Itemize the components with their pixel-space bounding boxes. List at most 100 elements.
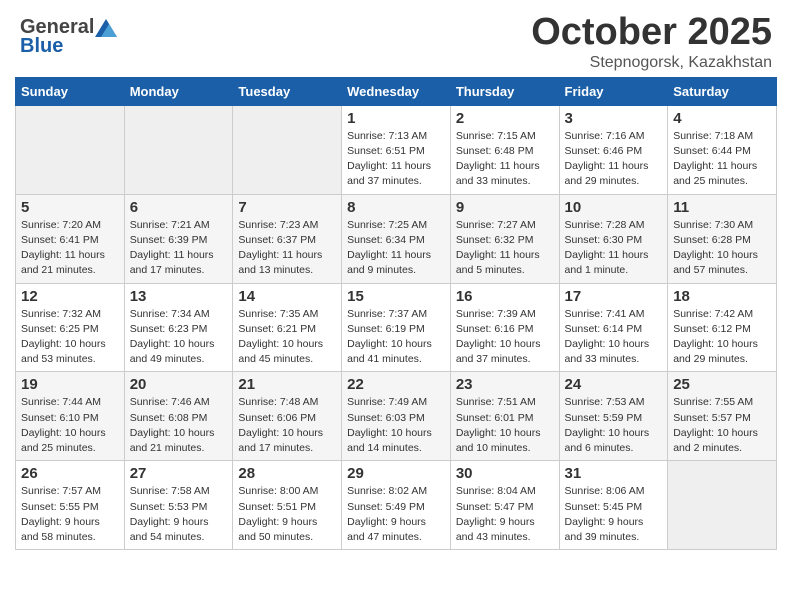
day-number: 8 <box>347 199 445 216</box>
day-number: 13 <box>130 288 228 305</box>
day-number: 30 <box>456 465 554 482</box>
calendar-day-cell: 20 Sunrise: 7:46 AM Sunset: 6:08 PM Dayli… <box>124 372 233 461</box>
calendar-day-cell: 17 Sunrise: 7:41 AM Sunset: 6:14 PM Dayli… <box>559 283 668 372</box>
day-number: 15 <box>347 288 445 305</box>
day-info: Sunrise: 7:53 AM Sunset: 5:59 PM Dayligh… <box>565 395 663 456</box>
day-info: Sunrise: 7:16 AM Sunset: 6:46 PM Dayligh… <box>565 129 663 190</box>
calendar-header-cell: Tuesday <box>233 77 342 105</box>
day-info: Sunrise: 7:28 AM Sunset: 6:30 PM Dayligh… <box>565 218 663 279</box>
day-info: Sunrise: 7:30 AM Sunset: 6:28 PM Dayligh… <box>673 218 771 279</box>
day-number: 28 <box>238 465 336 482</box>
calendar-week-row: 19 Sunrise: 7:44 AM Sunset: 6:10 PM Dayli… <box>16 372 777 461</box>
logo-blue-text: Blue <box>20 35 118 58</box>
calendar-day-cell: 15 Sunrise: 7:37 AM Sunset: 6:19 PM Dayli… <box>342 283 451 372</box>
day-number: 10 <box>565 199 663 216</box>
day-info: Sunrise: 7:15 AM Sunset: 6:48 PM Dayligh… <box>456 129 554 190</box>
day-number: 19 <box>21 376 119 393</box>
day-number: 22 <box>347 376 445 393</box>
location: Stepnogorsk, Kazakhstan <box>531 54 772 72</box>
day-info: Sunrise: 7:44 AM Sunset: 6:10 PM Dayligh… <box>21 395 119 456</box>
calendar-week-row: 5Sunrise: 7:20 AM Sunset: 6:41 PM Daylig… <box>16 194 777 283</box>
day-info: Sunrise: 7:39 AM Sunset: 6:16 PM Dayligh… <box>456 307 554 368</box>
day-number: 29 <box>347 465 445 482</box>
calendar-week-row: 12 Sunrise: 7:32 AM Sunset: 6:25 PM Dayli… <box>16 283 777 372</box>
day-info: Sunrise: 7:57 AM Sunset: 5:55 PM Dayligh… <box>21 484 119 545</box>
day-number: 9 <box>456 199 554 216</box>
day-info: Sunrise: 7:23 AM Sunset: 6:37 PM Dayligh… <box>238 218 336 279</box>
calendar-day-cell: 30 Sunrise: 8:04 AM Sunset: 5:47 PM Dayli… <box>450 461 559 550</box>
day-number: 20 <box>130 376 228 393</box>
day-number: 18 <box>673 288 771 305</box>
month-title: October 2025 <box>531 12 772 54</box>
day-number: 6 <box>130 199 228 216</box>
day-info: Sunrise: 7:41 AM Sunset: 6:14 PM Dayligh… <box>565 307 663 368</box>
calendar-day-cell: 2 Sunrise: 7:15 AM Sunset: 6:48 PM Daylig… <box>450 105 559 194</box>
day-number: 16 <box>456 288 554 305</box>
calendar-day-cell: 6 Sunrise: 7:21 AM Sunset: 6:39 PM Daylig… <box>124 194 233 283</box>
day-info: Sunrise: 8:06 AM Sunset: 5:45 PM Dayligh… <box>565 484 663 545</box>
day-info: Sunrise: 7:34 AM Sunset: 6:23 PM Dayligh… <box>130 307 228 368</box>
day-info: Sunrise: 7:37 AM Sunset: 6:19 PM Dayligh… <box>347 307 445 368</box>
calendar-day-cell: 22 Sunrise: 7:49 AM Sunset: 6:03 PM Dayli… <box>342 372 451 461</box>
calendar-table: SundayMondayTuesdayWednesdayThursdayFrid… <box>15 77 777 550</box>
calendar-day-cell: 4Sunrise: 7:18 AM Sunset: 6:44 PM Daylig… <box>668 105 777 194</box>
day-info: Sunrise: 7:21 AM Sunset: 6:39 PM Dayligh… <box>130 218 228 279</box>
calendar-day-cell: 11Sunrise: 7:30 AM Sunset: 6:28 PM Dayli… <box>668 194 777 283</box>
day-info: Sunrise: 7:51 AM Sunset: 6:01 PM Dayligh… <box>456 395 554 456</box>
day-info: Sunrise: 7:25 AM Sunset: 6:34 PM Dayligh… <box>347 218 445 279</box>
calendar-day-cell <box>16 105 125 194</box>
day-info: Sunrise: 7:55 AM Sunset: 5:57 PM Dayligh… <box>673 395 771 456</box>
day-info: Sunrise: 7:49 AM Sunset: 6:03 PM Dayligh… <box>347 395 445 456</box>
day-info: Sunrise: 7:46 AM Sunset: 6:08 PM Dayligh… <box>130 395 228 456</box>
calendar-day-cell: 21 Sunrise: 7:48 AM Sunset: 6:06 PM Dayli… <box>233 372 342 461</box>
day-info: Sunrise: 7:42 AM Sunset: 6:12 PM Dayligh… <box>673 307 771 368</box>
calendar-day-cell: 29 Sunrise: 8:02 AM Sunset: 5:49 PM Dayli… <box>342 461 451 550</box>
day-number: 21 <box>238 376 336 393</box>
day-info: Sunrise: 8:04 AM Sunset: 5:47 PM Dayligh… <box>456 484 554 545</box>
day-number: 17 <box>565 288 663 305</box>
day-number: 27 <box>130 465 228 482</box>
day-number: 24 <box>565 376 663 393</box>
calendar-day-cell <box>668 461 777 550</box>
day-number: 7 <box>238 199 336 216</box>
day-info: Sunrise: 8:02 AM Sunset: 5:49 PM Dayligh… <box>347 484 445 545</box>
day-number: 14 <box>238 288 336 305</box>
calendar-week-row: 1Sunrise: 7:13 AM Sunset: 6:51 PM Daylig… <box>16 105 777 194</box>
calendar-header-cell: Wednesday <box>342 77 451 105</box>
calendar-day-cell: 5Sunrise: 7:20 AM Sunset: 6:41 PM Daylig… <box>16 194 125 283</box>
calendar-day-cell: 18 Sunrise: 7:42 AM Sunset: 6:12 PM Dayli… <box>668 283 777 372</box>
day-info: Sunrise: 7:48 AM Sunset: 6:06 PM Dayligh… <box>238 395 336 456</box>
calendar-day-cell: 12 Sunrise: 7:32 AM Sunset: 6:25 PM Dayli… <box>16 283 125 372</box>
day-number: 2 <box>456 110 554 127</box>
title-block: October 2025 Stepnogorsk, Kazakhstan <box>531 12 772 72</box>
day-number: 12 <box>21 288 119 305</box>
calendar-header-cell: Monday <box>124 77 233 105</box>
day-number: 31 <box>565 465 663 482</box>
day-number: 25 <box>673 376 771 393</box>
day-info: Sunrise: 7:27 AM Sunset: 6:32 PM Dayligh… <box>456 218 554 279</box>
calendar-header-cell: Friday <box>559 77 668 105</box>
calendar-day-cell: 19 Sunrise: 7:44 AM Sunset: 6:10 PM Dayli… <box>16 372 125 461</box>
calendar-day-cell: 23Sunrise: 7:51 AM Sunset: 6:01 PM Dayli… <box>450 372 559 461</box>
day-info: Sunrise: 7:18 AM Sunset: 6:44 PM Dayligh… <box>673 129 771 190</box>
day-number: 3 <box>565 110 663 127</box>
calendar-day-cell: 3 Sunrise: 7:16 AM Sunset: 6:46 PM Daylig… <box>559 105 668 194</box>
calendar-day-cell <box>233 105 342 194</box>
logo: General Blue <box>20 16 118 58</box>
day-info: Sunrise: 7:58 AM Sunset: 5:53 PM Dayligh… <box>130 484 228 545</box>
calendar-day-cell: 8 Sunrise: 7:25 AM Sunset: 6:34 PM Daylig… <box>342 194 451 283</box>
day-info: Sunrise: 8:00 AM Sunset: 5:51 PM Dayligh… <box>238 484 336 545</box>
calendar-day-cell: 28 Sunrise: 8:00 AM Sunset: 5:51 PM Dayli… <box>233 461 342 550</box>
calendar-day-cell <box>124 105 233 194</box>
day-info: Sunrise: 7:35 AM Sunset: 6:21 PM Dayligh… <box>238 307 336 368</box>
calendar-header-cell: Thursday <box>450 77 559 105</box>
day-number: 26 <box>21 465 119 482</box>
calendar-day-cell: 25 Sunrise: 7:55 AM Sunset: 5:57 PM Dayli… <box>668 372 777 461</box>
calendar-day-cell: 10 Sunrise: 7:28 AM Sunset: 6:30 PM Dayli… <box>559 194 668 283</box>
calendar-header-cell: Sunday <box>16 77 125 105</box>
day-info: Sunrise: 7:13 AM Sunset: 6:51 PM Dayligh… <box>347 129 445 190</box>
day-info: Sunrise: 7:32 AM Sunset: 6:25 PM Dayligh… <box>21 307 119 368</box>
calendar-day-cell: 13 Sunrise: 7:34 AM Sunset: 6:23 PM Dayli… <box>124 283 233 372</box>
calendar-day-cell: 16 Sunrise: 7:39 AM Sunset: 6:16 PM Dayli… <box>450 283 559 372</box>
calendar-day-cell: 14 Sunrise: 7:35 AM Sunset: 6:21 PM Dayli… <box>233 283 342 372</box>
